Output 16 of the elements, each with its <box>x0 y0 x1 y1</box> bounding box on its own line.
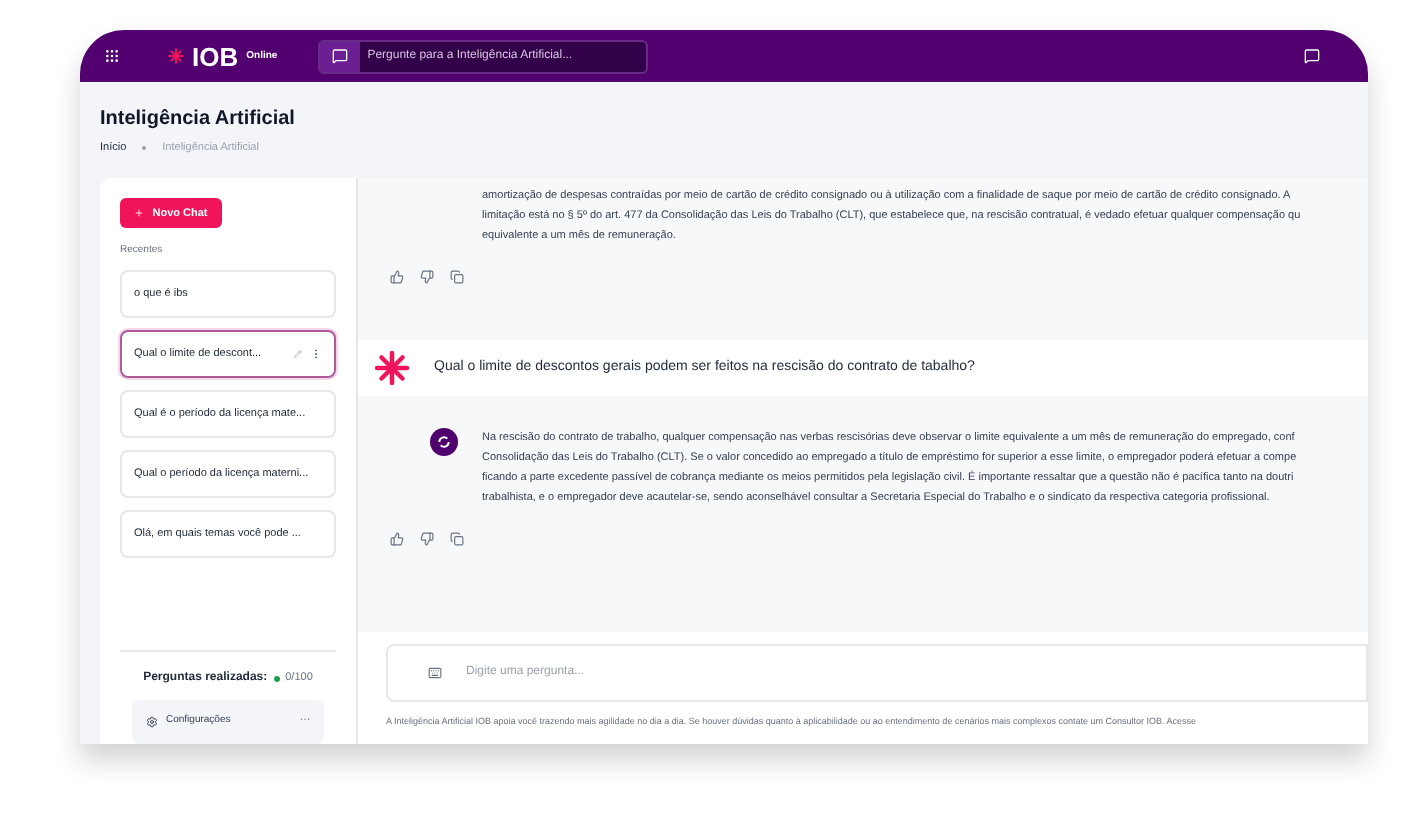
copy-icon[interactable] <box>450 532 464 547</box>
loop-icon <box>436 434 452 451</box>
keyboard-icon <box>428 666 442 681</box>
gear-icon <box>146 716 158 728</box>
page-title: Inteligência Artificial <box>100 106 297 134</box>
chat-icon[interactable] <box>1304 48 1320 64</box>
thumbs-down-icon[interactable] <box>420 270 434 285</box>
asterisk-icon <box>374 350 410 387</box>
apps-grid-icon[interactable] <box>104 48 120 64</box>
thumbs-up-icon[interactable] <box>390 532 404 547</box>
thumbs-down-icon[interactable] <box>420 532 434 547</box>
copy-icon[interactable] <box>450 270 464 285</box>
asterisk-logo-icon <box>168 48 184 64</box>
logo-text: IOB <box>192 43 239 69</box>
thumbs-up-icon[interactable] <box>390 270 404 285</box>
plus-icon <box>134 208 145 219</box>
